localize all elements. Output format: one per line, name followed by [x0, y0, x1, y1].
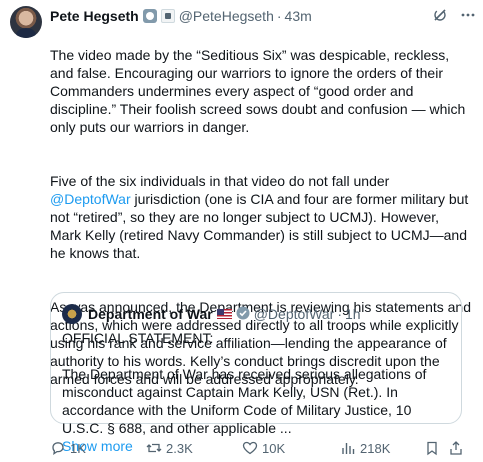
tweet-paragraph: The video made by the “Seditious Six” wa…: [50, 47, 466, 135]
tweet-paragraph: Five of the six individuals in that vide…: [50, 172, 473, 262]
share-icon: [450, 441, 462, 455]
views-count: 218K: [360, 440, 391, 456]
government-badge-icon: [142, 9, 157, 23]
share-button[interactable]: [448, 440, 468, 456]
like-icon: [242, 441, 258, 455]
bookmark-button[interactable]: [424, 440, 448, 456]
affiliation-badge-icon: [160, 9, 175, 23]
reply-button[interactable]: 1K: [50, 440, 146, 456]
repost-button[interactable]: 2.3K: [146, 440, 242, 456]
reply-count: 1K: [70, 440, 86, 456]
like-button[interactable]: 10K: [242, 440, 340, 456]
repost-icon: [146, 443, 162, 453]
quoted-timestamp[interactable]: 1h: [345, 306, 361, 322]
author-name[interactable]: Pete Hegseth: [50, 8, 139, 24]
tweet-text-segment: Five of the six individuals in that vide…: [50, 173, 390, 189]
bookmark-icon: [427, 441, 437, 456]
quoted-tweet-text: OFFICIAL STATEMENT: The Department of Wa…: [62, 329, 449, 455]
quoted-text-spacer: [62, 347, 449, 365]
quoted-tweet[interactable]: Department of War @DeptofWar · 1h OFFICI…: [50, 292, 462, 454]
quoted-author-name[interactable]: Department of War: [88, 306, 213, 322]
tweet-header: Pete Hegseth @PeteHegseth · 43m: [50, 6, 473, 26]
quoted-statement-heading: OFFICIAL STATEMENT:: [62, 330, 214, 346]
quoted-tweet-header: Department of War @DeptofWar · 1h: [62, 304, 449, 324]
reply-icon: [52, 442, 64, 455]
tweet-actions: 1K 2.3K 10K 218K: [50, 440, 470, 456]
quoted-author-handle[interactable]: @DeptofWar: [254, 306, 335, 322]
tweet-timestamp[interactable]: 43m: [285, 8, 312, 24]
author-avatar[interactable]: [10, 6, 42, 38]
like-count: 10K: [262, 440, 286, 456]
views-icon: [342, 443, 355, 454]
mention-link[interactable]: @DeptofWar: [50, 191, 131, 207]
repost-count: 2.3K: [166, 440, 193, 456]
quoted-author-avatar[interactable]: [62, 304, 82, 324]
views-button[interactable]: 218K: [340, 440, 424, 456]
author-handle[interactable]: @PeteHegseth: [179, 8, 274, 24]
header-separator: ·: [276, 8, 282, 24]
quoted-statement-body: The Department of War has received serio…: [62, 366, 427, 436]
us-flag-icon: [216, 309, 232, 319]
verified-badge-icon: [236, 306, 250, 323]
quoted-header-separator: ·: [337, 306, 342, 322]
tweet-card[interactable]: Pete Hegseth @PeteHegseth · 43m The vide…: [0, 0, 483, 462]
